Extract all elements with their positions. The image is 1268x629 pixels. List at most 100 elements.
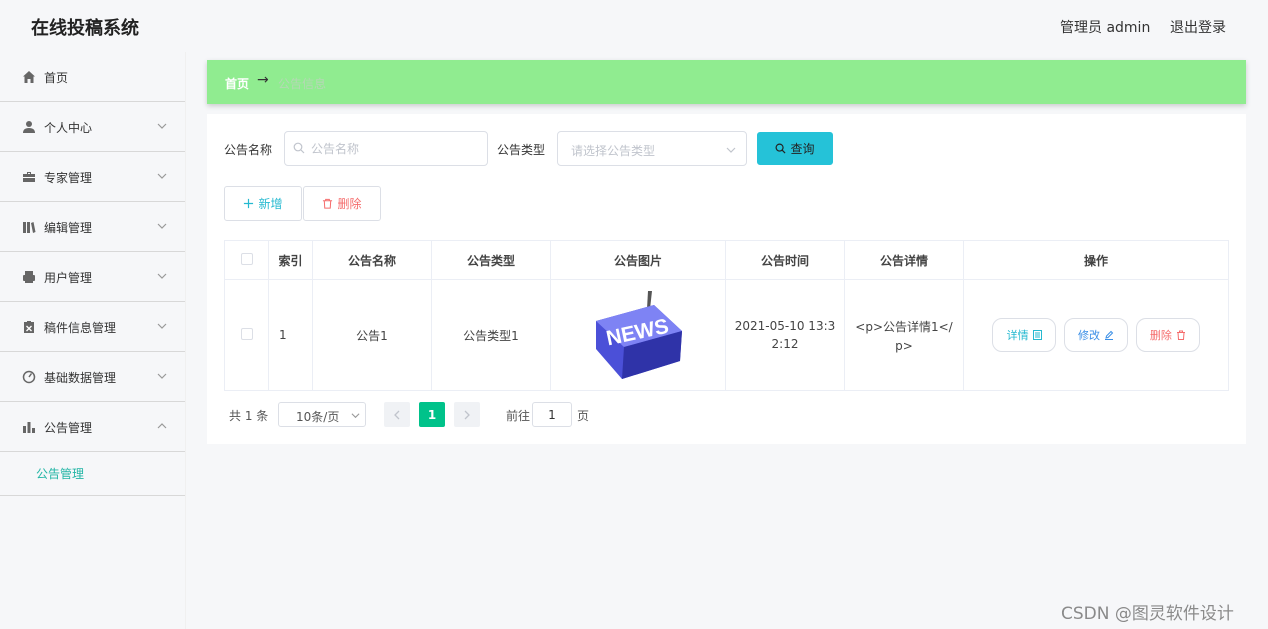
query-button-label: 查询 [790, 142, 815, 156]
user-icon [23, 121, 35, 133]
select-all-cell [224, 240, 269, 280]
trash-icon [1176, 330, 1185, 340]
row-notice-type: 公告类型1 [431, 279, 551, 391]
bar-chart-icon [23, 422, 35, 433]
gauge-icon [22, 370, 36, 384]
row-notice-time-line: 2:12 [771, 337, 799, 351]
row-actions-cell: 详情 修改 删除 [963, 279, 1229, 391]
batch-delete-button-label: 删除 [337, 197, 362, 211]
search-icon [775, 143, 786, 154]
chevron-down-icon [157, 123, 167, 129]
table-header-row: 索引 公告名称 公告类型 公告图片 公告时间 公告详情 操作 [224, 240, 1229, 280]
column-header: 公告类型 [431, 240, 551, 280]
notice-name-input[interactable] [284, 131, 488, 166]
breadcrumb-current: 公告信息 [278, 77, 327, 91]
sidebar-item-label: 专家管理 [44, 171, 93, 185]
column-header: 公告名称 [312, 240, 432, 280]
sidebar-item-home[interactable]: 首页 [0, 52, 185, 102]
goto-page-input[interactable] [532, 402, 572, 427]
sidebar-item-user-management[interactable]: 用户管理 [0, 252, 185, 302]
notice-type-placeholder: 请选择公告类型 [571, 144, 656, 158]
chevron-down-icon [157, 273, 167, 279]
row-notice-time: 2021-05-10 13:3 2:12 [725, 279, 845, 391]
notice-type-label: 公告类型 [497, 143, 546, 157]
sidebar-item-expert-management[interactable]: 专家管理 [0, 152, 185, 202]
notice-table: 索引 公告名称 公告类型 公告图片 公告时间 公告详情 操作 1 公告1 公告类… [224, 240, 1229, 391]
sidebar-item-editor-management[interactable]: 编辑管理 [0, 202, 185, 252]
chevron-down-icon [157, 223, 167, 229]
page-size-select[interactable]: 10条/页 [278, 402, 366, 427]
column-header: 公告详情 [844, 240, 964, 280]
column-header: 索引 [268, 240, 313, 280]
sidebar-subitem-label: 公告管理 [36, 467, 85, 481]
chevron-down-icon [351, 413, 360, 419]
sidebar-subitem-notice-management[interactable]: 公告管理 [0, 452, 185, 496]
batch-delete-button[interactable]: 删除 [303, 186, 381, 221]
page-number-button[interactable]: 1 [419, 402, 445, 427]
edit-pencil-icon [1105, 330, 1114, 340]
table-row: 1 公告1 公告类型1 NEWS 2021-05-10 13:3 2:12 <p… [224, 279, 1229, 391]
sidebar-item-personal-center[interactable]: 个人中心 [0, 102, 185, 152]
pagination-total: 共 1 条 [229, 409, 269, 423]
sidebar-item-label: 稿件信息管理 [44, 321, 117, 335]
edit-button-label: 修改 [1078, 329, 1100, 342]
app-title: 在线投稿系统 [31, 18, 139, 39]
sidebar-item-label: 基础数据管理 [44, 371, 117, 385]
chevron-down-icon [157, 173, 167, 179]
chevron-left-icon [394, 410, 400, 419]
next-page-button[interactable] [454, 402, 480, 427]
notice-name-label: 公告名称 [224, 143, 273, 157]
detail-button-label: 详情 [1006, 329, 1029, 342]
prev-page-button[interactable] [384, 402, 410, 427]
row-notice-name: 公告1 [312, 279, 432, 391]
top-header: 在线投稿系统 管理员 admin 退出登录 [0, 0, 1268, 52]
chevron-right-icon [464, 410, 470, 419]
column-header: 公告图片 [550, 240, 726, 280]
current-user-label: 管理员 admin [1060, 20, 1151, 36]
row-notice-image-cell: NEWS [550, 279, 726, 391]
row-notice-time-line: 2021-05-10 13:3 [734, 319, 836, 333]
goto-label: 前往 [506, 409, 531, 423]
row-notice-detail-line: p> [895, 338, 913, 353]
select-all-checkbox[interactable] [240, 252, 253, 265]
search-icon [293, 142, 305, 154]
row-select-cell [224, 279, 269, 391]
notice-type-select[interactable]: 请选择公告类型 [557, 131, 747, 166]
detail-button[interactable]: 详情 [992, 318, 1057, 352]
add-button-label: 新增 [258, 197, 283, 211]
chevron-down-icon [726, 147, 736, 153]
briefcase-icon [23, 172, 35, 182]
home-icon [23, 71, 35, 83]
row-checkbox[interactable] [240, 327, 253, 340]
add-button[interactable]: 新增 [224, 186, 302, 221]
column-header: 操作 [963, 240, 1229, 280]
watermark: CSDN @图灵软件设计 [1061, 604, 1234, 624]
sidebar-item-manuscript-management[interactable]: 稿件信息管理 [0, 302, 185, 352]
edit-button[interactable]: 修改 [1064, 318, 1128, 352]
sidebar-item-notice-management[interactable]: 公告管理 [0, 402, 185, 452]
sidebar-item-label: 个人中心 [44, 121, 93, 135]
clipboard-icon [24, 321, 34, 333]
breadcrumb-arrow: → [257, 72, 269, 88]
document-icon [1032, 330, 1042, 340]
breadcrumb-home-link[interactable]: 首页 [225, 75, 249, 92]
sidebar-item-label: 用户管理 [44, 271, 93, 285]
sidebar-item-label: 编辑管理 [44, 221, 93, 235]
chevron-down-icon [157, 323, 167, 329]
chevron-down-icon [157, 373, 167, 379]
row-notice-detail-line: <p>公告详情1</ [855, 319, 953, 334]
page-unit-label: 页 [577, 409, 590, 423]
trash-icon [323, 198, 333, 209]
books-icon [23, 222, 36, 233]
delete-button[interactable]: 删除 [1135, 318, 1200, 352]
query-button[interactable]: 查询 [757, 132, 833, 165]
sidebar-item-label: 公告管理 [44, 421, 93, 435]
logout-link[interactable]: 退出登录 [1170, 17, 1226, 37]
printer-icon [23, 271, 35, 283]
main-panel: 公告名称 公告类型 请选择公告类型 查询 新增 删除 索引 公告名称 公告类型 … [207, 114, 1246, 444]
sidebar-item-basic-data-management[interactable]: 基础数据管理 [0, 352, 185, 402]
column-header: 公告时间 [725, 240, 845, 280]
plus-icon [244, 198, 254, 209]
breadcrumb: 首页 → 公告信息 [207, 60, 1246, 104]
delete-button-label: 删除 [1149, 329, 1172, 342]
